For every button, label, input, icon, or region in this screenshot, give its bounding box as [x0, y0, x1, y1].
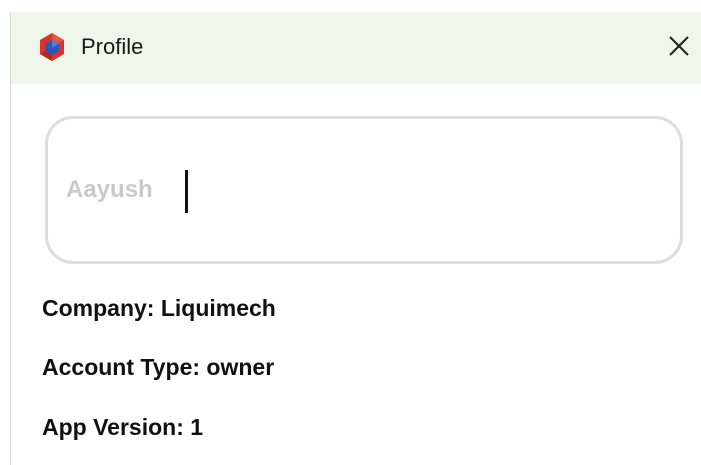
company-info: Company: Liquimech	[42, 293, 276, 323]
account-type-info: Account Type: owner	[42, 352, 274, 382]
app-version-info: App Version: 1	[42, 412, 203, 442]
app-version-label: App Version:	[42, 414, 184, 440]
profile-window: Profile Company: Liquimech Account Type:…	[10, 12, 701, 465]
company-value: Liquimech	[160, 295, 276, 321]
company-label: Company:	[42, 295, 155, 321]
close-button[interactable]	[657, 26, 701, 70]
account-type-value: owner	[206, 354, 275, 380]
app-logo-icon	[37, 32, 67, 62]
close-icon	[668, 35, 690, 62]
name-field-container[interactable]	[45, 116, 683, 264]
window-title: Profile	[81, 34, 144, 59]
account-type-label: Account Type:	[42, 354, 201, 380]
title-bar: Profile	[11, 12, 701, 84]
app-version-value: 1	[190, 414, 204, 440]
text-cursor	[185, 170, 188, 213]
name-input[interactable]	[66, 167, 646, 213]
